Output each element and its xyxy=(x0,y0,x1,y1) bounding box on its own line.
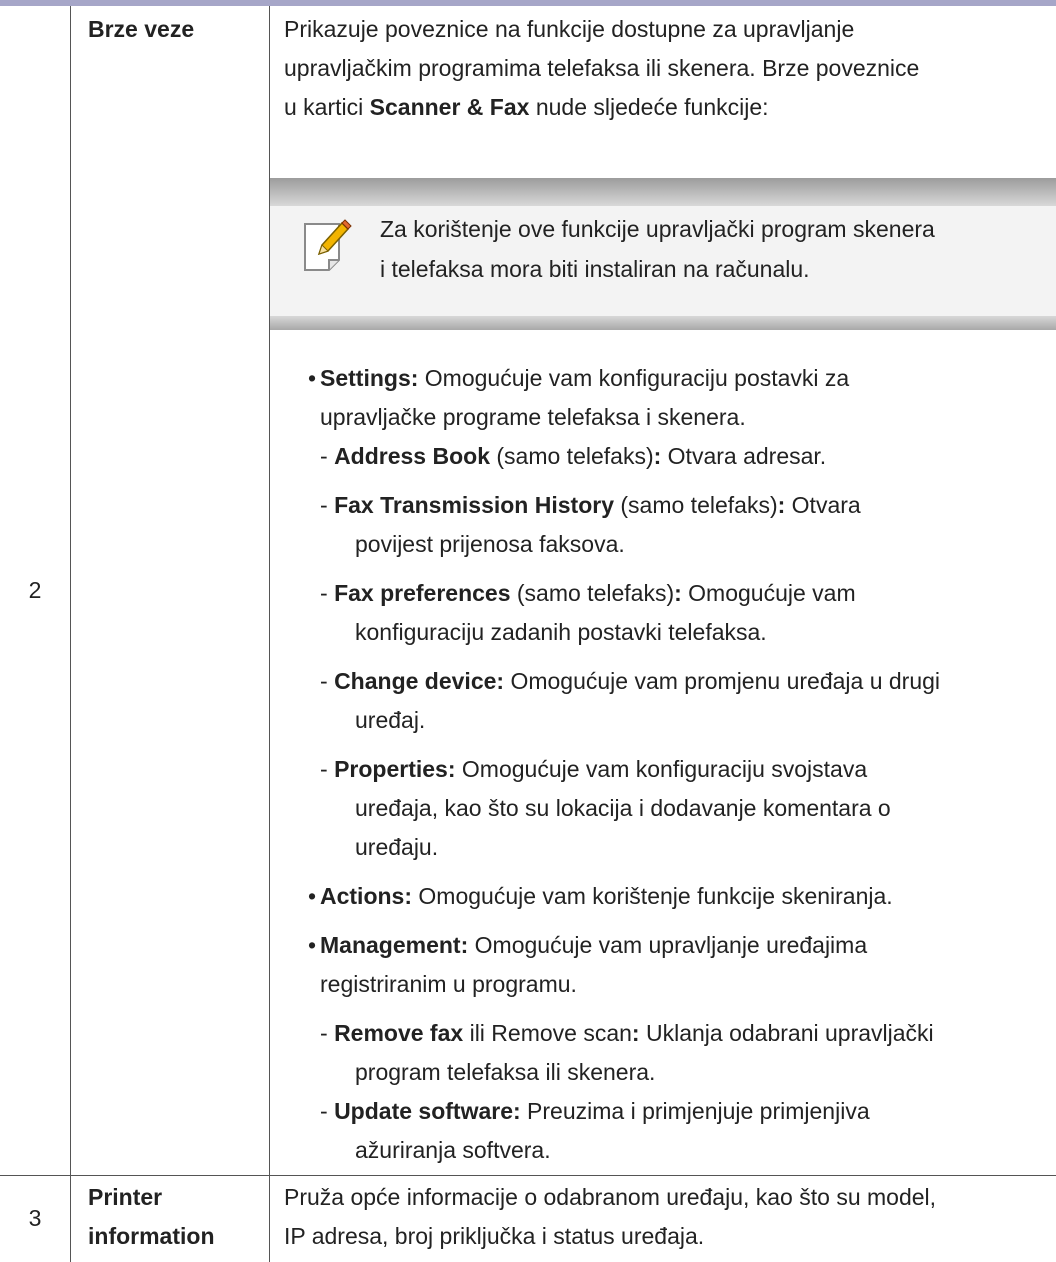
sub-item-fax-history: - Fax Transmission History (samo telefak… xyxy=(320,492,861,518)
item-text: Omogućuje vam konfiguraciju postavki za xyxy=(418,365,850,391)
sub-item-continuation: uređaju. xyxy=(355,834,439,860)
item-text: Otvara adresar. xyxy=(661,443,827,469)
note-line: i telefaksa mora biti instaliran na raču… xyxy=(380,256,810,282)
note-line: Za korištenje ove funkcije upravljački p… xyxy=(380,216,935,242)
item-text: Omogućuje vam korištenje funkcije skenir… xyxy=(412,883,893,909)
note-pencil-icon xyxy=(301,218,353,274)
tab-name: Scanner & Fax xyxy=(369,94,530,120)
item-label: Fax Transmission History xyxy=(334,492,614,518)
item-text: (samo telefaks) xyxy=(614,492,778,518)
list-item-continuation: registriranim u programu. xyxy=(320,971,577,997)
row-name: Brze veze xyxy=(88,16,195,42)
item-text: Omogućuje vam upravljanje uređajima xyxy=(468,932,868,958)
table-border-left xyxy=(70,6,71,1262)
row-description: Prikazuje poveznice na funkcije dostupne… xyxy=(284,12,919,124)
item-text: Omogućuje vam promjenu uređaja u drugi xyxy=(504,668,941,694)
description-line: Prikazuje poveznice na funkcije dostupne… xyxy=(284,16,855,42)
sub-item-fax-preferences: - Fax preferences (samo telefaks): Omogu… xyxy=(320,580,856,606)
row-divider xyxy=(0,1175,1056,1176)
item-label: Management: xyxy=(320,932,469,958)
item-text: (samo telefaks) xyxy=(510,580,675,606)
description-text: nude sljedeće funkcije: xyxy=(529,94,769,120)
description-line: u kartici Scanner & Fax nude sljedeće fu… xyxy=(284,90,919,124)
sub-item-continuation: ažuriranja softvera. xyxy=(355,1137,551,1163)
row-description: Pruža opće informacije o odabranom uređa… xyxy=(284,1180,936,1253)
top-rule xyxy=(0,0,1056,6)
item-colon: : xyxy=(631,1020,640,1046)
list-item-management: Management: Omogućuje vam upravljanje ur… xyxy=(320,928,867,962)
description-line: Pruža opće informacije o odabranom uređa… xyxy=(284,1184,937,1210)
bullet-icon: • xyxy=(308,365,317,391)
item-label: Actions: xyxy=(320,883,412,909)
list-item-actions: Actions: Omogućuje vam korištenje funkci… xyxy=(320,879,893,913)
item-text: Uklanja odabrani upravljački xyxy=(639,1020,934,1046)
item-text: Otvara xyxy=(785,492,861,518)
sub-item-continuation: konfiguraciju zadanih postavki telefaksa… xyxy=(355,619,767,645)
bullet-icon: • xyxy=(308,932,317,958)
description-text: u kartici xyxy=(284,94,370,120)
item-label: Fax preferences xyxy=(334,580,511,606)
item-text: Preuzima i primjenjuje primjenjiva xyxy=(520,1098,870,1124)
list-item-settings: Settings: Omogućuje vam konfiguraciju po… xyxy=(320,361,849,395)
row-name: Printer information xyxy=(88,1180,215,1253)
row-number: 3 xyxy=(28,1205,42,1231)
item-text: Omogućuje vam konfiguraciju svojstava xyxy=(455,756,868,782)
sub-item-properties: - Properties: Omogućuje vam konfiguracij… xyxy=(320,756,868,782)
sub-item-continuation: uređaj. xyxy=(355,707,426,733)
row-number: 2 xyxy=(28,577,42,603)
list-item-continuation: upravljačke programe telefaksa i skenera… xyxy=(320,404,746,430)
row-name-line: Printer xyxy=(88,1184,163,1210)
sub-item-remove-fax: - Remove fax ili Remove scan: Uklanja od… xyxy=(320,1020,934,1046)
item-label: Change device: xyxy=(334,668,505,694)
item-colon: : xyxy=(674,580,682,606)
sub-item-continuation: povijest prijenosa faksova. xyxy=(355,531,625,557)
item-label: Update software: xyxy=(334,1098,521,1124)
sub-item-continuation: uređaja, kao što su lokacija i dodavanje… xyxy=(355,795,891,821)
description-line: IP adresa, broj priključka i status uređ… xyxy=(284,1223,705,1249)
item-text: Omogućuje vam xyxy=(681,580,856,606)
item-label: Remove fax xyxy=(334,1020,464,1046)
item-text: ili Remove scan xyxy=(463,1020,632,1046)
note-text: Za korištenje ove funkcije upravljački p… xyxy=(380,212,935,286)
bullet-icon: • xyxy=(308,883,317,909)
item-text: (samo telefaks) xyxy=(490,443,654,469)
sub-item-change-device: - Change device: Omogućuje vam promjenu … xyxy=(320,668,941,694)
sub-item-address-book: - Address Book (samo telefaks): Otvara a… xyxy=(320,443,827,469)
sub-item-update-software: - Update software: Preuzima i primjenjuj… xyxy=(320,1098,870,1124)
description-line: upravljačkim programima telefaksa ili sk… xyxy=(284,55,920,81)
note-bottom-band xyxy=(270,316,1056,330)
note-top-band xyxy=(270,178,1056,206)
item-label: Properties: xyxy=(334,756,456,782)
row-name-line: information xyxy=(88,1223,215,1249)
item-label: Settings: xyxy=(320,365,419,391)
item-label: Address Book xyxy=(334,443,490,469)
sub-item-continuation: program telefaksa ili skenera. xyxy=(355,1059,656,1085)
